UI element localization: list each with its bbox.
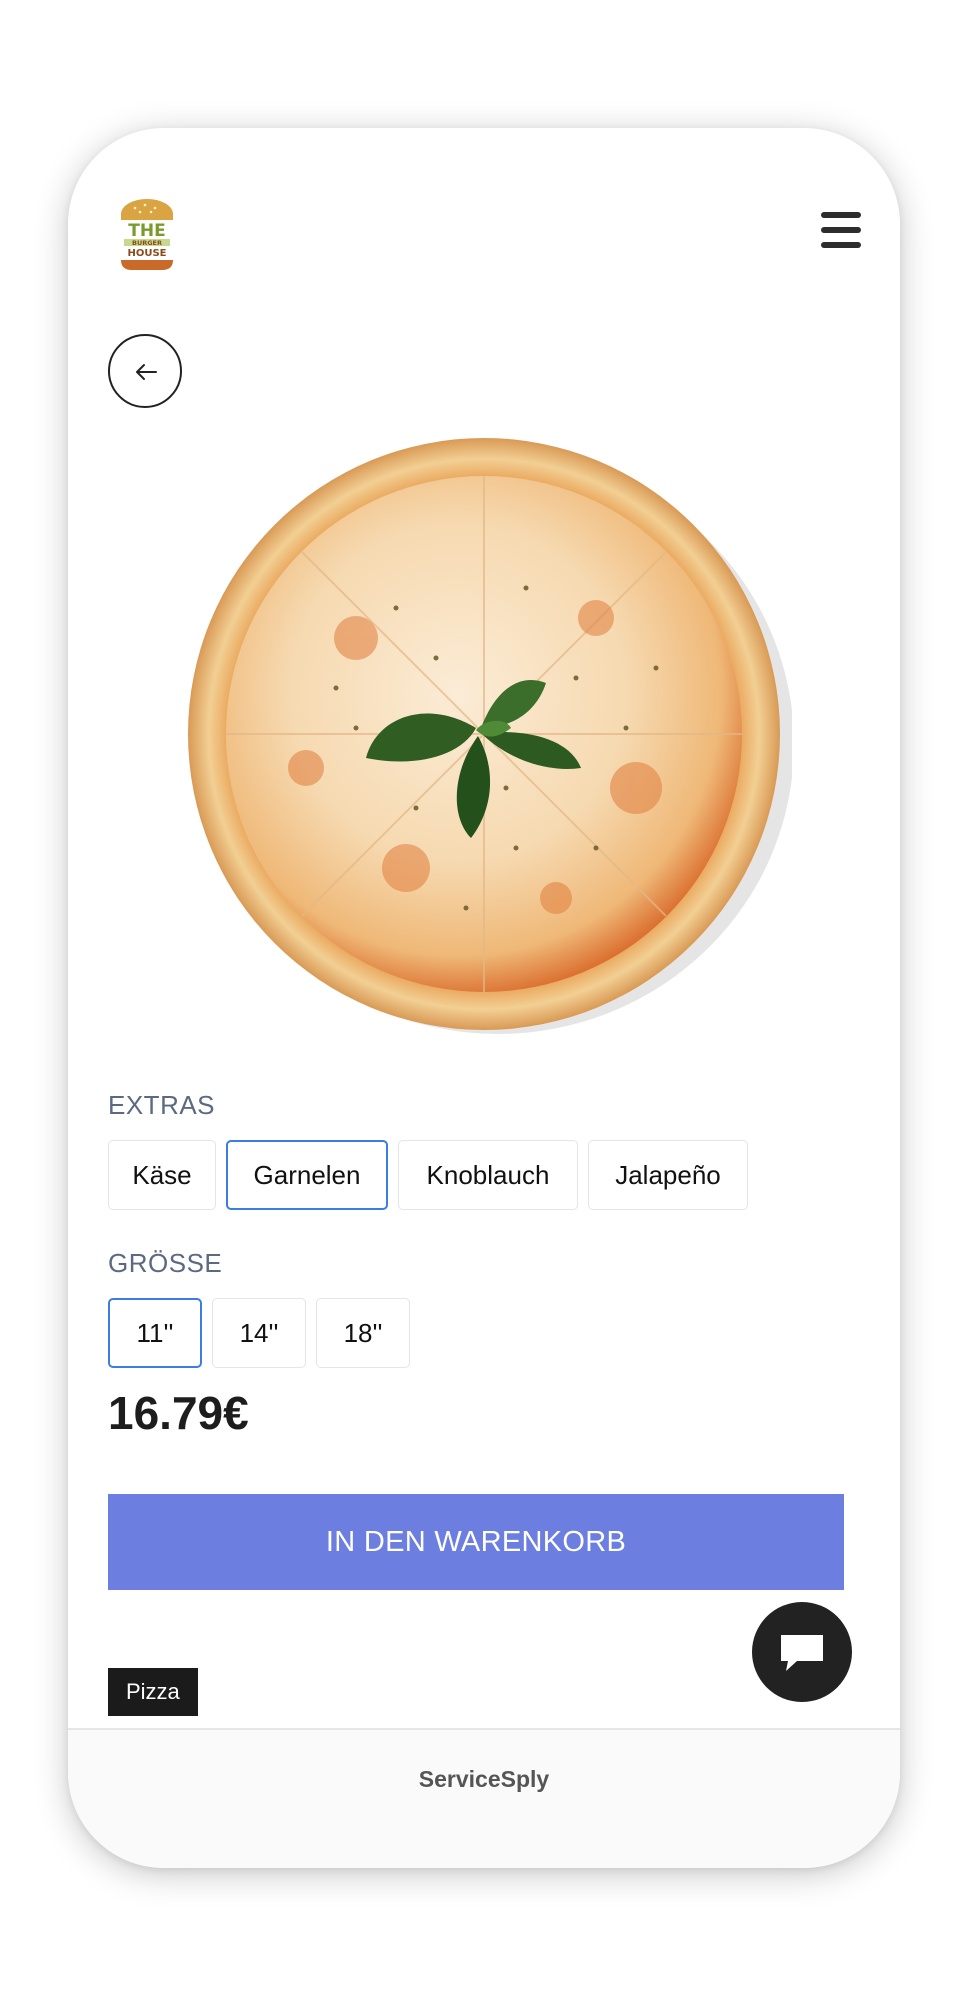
chat-bubble-icon [781,1635,823,1671]
extra-option-garnelen[interactable]: Garnelen [226,1140,388,1210]
extra-option-knoblauch[interactable]: Knoblauch [398,1140,578,1210]
phone-frame: THE BURGER HOUSE EXTRAS Käse Garnelen Kn… [68,128,900,1868]
size-option-18[interactable]: 18'' [316,1298,410,1368]
logo-text-the: THE [128,221,165,241]
hamburger-menu-icon[interactable] [818,210,864,250]
footer-brand: ServiceSply [418,1766,550,1792]
extras-label: EXTRAS [108,1090,216,1120]
page-background: THE BURGER HOUSE EXTRAS Käse Garnelen Kn… [0,0,970,2000]
add-to-cart-button[interactable]: IN DEN WARENKORB [108,1494,844,1590]
size-options: 11'' 14'' 18'' [108,1298,410,1368]
extra-option-jalapeno[interactable]: Jalapeño [588,1140,748,1210]
burger-house-logo[interactable]: THE BURGER HOUSE [118,198,176,274]
logo-text-house: HOUSE [127,248,166,259]
size-option-14[interactable]: 14'' [212,1298,306,1368]
logo-text-burger: BURGER [132,239,162,247]
chat-button[interactable] [752,1602,852,1702]
size-label: GRÖSSE [108,1248,223,1278]
product-price: 16.79€ [108,1387,249,1439]
size-option-11[interactable]: 11'' [108,1298,202,1368]
extra-option-kaese[interactable]: Käse [108,1140,216,1210]
pizza-margherita-image [188,438,792,1034]
footer-bar: ServiceSply [68,1728,900,1868]
category-tag[interactable]: Pizza [108,1668,198,1716]
back-button[interactable] [108,334,182,408]
arrow-left-icon [136,364,157,380]
extras-options: Käse Garnelen Knoblauch Jalapeño [108,1140,748,1210]
